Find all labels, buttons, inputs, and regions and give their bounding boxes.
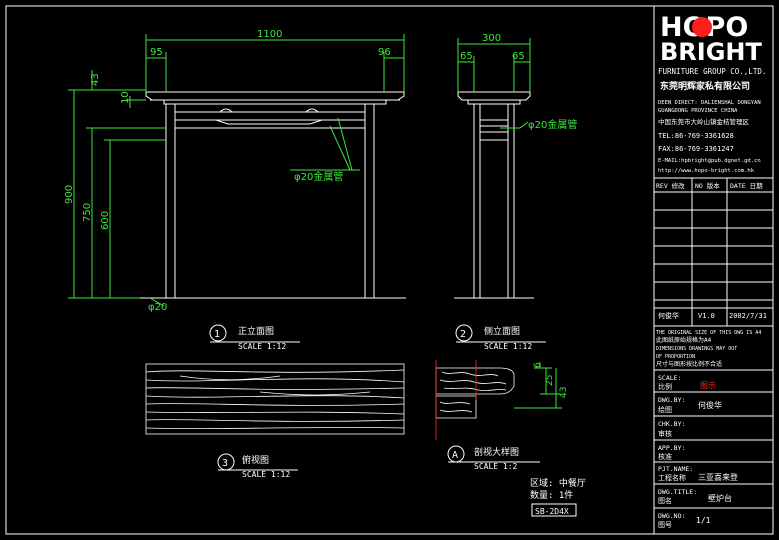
- detail-section: [435, 360, 515, 440]
- svg-text:REV 修改: REV 修改: [656, 181, 685, 190]
- dim-900: 900: [64, 185, 75, 204]
- svg-text:2: 2: [460, 329, 466, 340]
- title-row-drawn-by: DWG.BY: 绘图 何俊华: [658, 396, 722, 414]
- dim-95: 95: [150, 47, 163, 58]
- svg-text:图号: 图号: [658, 521, 672, 529]
- svg-text:SCALE:: SCALE:: [658, 374, 681, 382]
- svg-text:DATE 日期: DATE 日期: [730, 182, 763, 190]
- svg-text:1: 1: [214, 329, 220, 340]
- svg-text:SCALE 1:12: SCALE 1:12: [484, 342, 532, 351]
- svg-text:剖视大样图: 剖视大样图: [474, 446, 519, 458]
- dim-65-left: 65: [460, 51, 473, 62]
- title-row-approved-by: APP.BY: 核准: [658, 444, 685, 461]
- svg-text:DWG.BY:: DWG.BY:: [658, 396, 685, 404]
- dim-6: 6: [533, 362, 543, 368]
- svg-text:E-MAIL:hpbright@pub.dgnet.gd.c: E-MAIL:hpbright@pub.dgnet.gd.cn: [658, 158, 761, 164]
- svg-text:核准: 核准: [658, 452, 672, 461]
- svg-text:1/1: 1/1: [696, 516, 711, 525]
- view-label-1: 1 正立面图 SCALE 1:12: [209, 324, 300, 351]
- svg-text:何俊华: 何俊华: [698, 400, 722, 410]
- svg-text:3: 3: [222, 458, 228, 469]
- code-text: SB-2D4X: [535, 507, 569, 516]
- qty-text: 数量: 1件: [530, 489, 573, 501]
- svg-text:DWG.NO:: DWG.NO:: [658, 512, 685, 520]
- side-elevation: [454, 91, 534, 299]
- svg-text:FAX:86-769-3361247: FAX:86-769-3361247: [658, 145, 734, 153]
- dim-25: 25: [545, 375, 555, 386]
- svg-text:工程名称: 工程名称: [658, 473, 686, 482]
- svg-text:图示: 图示: [700, 381, 716, 390]
- view-label-2: 2 侧立面图 SCALE 1:12: [455, 324, 546, 351]
- svg-text:CHK.BY:: CHK.BY:: [658, 420, 685, 428]
- svg-text:SCALE 1:12: SCALE 1:12: [242, 470, 290, 479]
- dim-96: 96: [378, 47, 391, 58]
- svg-text:GUANGDONG PROVINCE CHINA: GUANGDONG PROVINCE CHINA: [658, 108, 738, 114]
- dim-600: 600: [100, 211, 111, 230]
- drawing-notes: THE ORIGINAL SIZE OF THIS DWG IS A4 此图纸原…: [656, 330, 761, 368]
- dim-43: 43: [90, 73, 101, 86]
- svg-text:侧立面图: 侧立面图: [484, 325, 520, 337]
- title-row-project-name: PJT.NAME: 工程名称 三亚喜来登: [658, 465, 738, 482]
- svg-text:比例: 比例: [658, 382, 672, 391]
- company-info: DEEN DIRECT: DALIENSHAL DONGYAN GUANGDON…: [658, 100, 761, 174]
- svg-text:审核: 审核: [658, 429, 672, 438]
- front-elevation: [140, 91, 406, 299]
- dim-65-right: 65: [512, 51, 525, 62]
- svg-text:此图纸原始规格为A4: 此图纸原始规格为A4: [656, 336, 712, 344]
- dim-750: 750: [82, 203, 93, 222]
- cad-drawing: 1100 95 96 43 10 900 750 600 φ20 φ20金属管 …: [5, 5, 774, 535]
- revision-header: REV 修改 NO 版本 DATE 日期: [656, 181, 763, 190]
- svg-text:NO 版本: NO 版本: [695, 181, 720, 190]
- svg-text:SCALE 1:2: SCALE 1:2: [474, 462, 518, 471]
- pipe-label-front: φ20金属管: [294, 170, 343, 183]
- dim-10: 10: [120, 91, 131, 104]
- svg-text:俯视图: 俯视图: [242, 454, 269, 466]
- dim-43-detail: 43: [559, 387, 569, 398]
- svg-text:三亚喜来登: 三亚喜来登: [698, 472, 738, 482]
- svg-text:THE ORIGINAL SIZE OF THIS DWG: THE ORIGINAL SIZE OF THIS DWG IS A4: [656, 330, 761, 336]
- title-row-drawing-title: DWG.TITLE: 图名 壁炉台: [658, 488, 732, 505]
- dim-300: 300: [482, 33, 501, 44]
- svg-text:绘图: 绘图: [658, 405, 672, 414]
- top-view: [145, 363, 405, 435]
- svg-text:壁炉台: 壁炉台: [708, 493, 732, 503]
- svg-text:APP.BY:: APP.BY:: [658, 444, 685, 452]
- view-label-3: 3 俯视图 SCALE 1:12: [217, 453, 298, 479]
- svg-text:A: A: [452, 450, 458, 461]
- revision-row: 何俊华 V1.0 2002/7/31: [658, 311, 767, 320]
- svg-text:图名: 图名: [658, 496, 672, 505]
- view-label-a: A 剖视大样图 SCALE 1:2: [447, 445, 540, 471]
- svg-text:DWG.TITLE:: DWG.TITLE:: [658, 488, 697, 496]
- svg-text:尺寸与图形按比例不合适: 尺寸与图形按比例不合适: [656, 360, 722, 368]
- svg-text:TEL:86-769-3361628: TEL:86-769-3361628: [658, 132, 734, 140]
- dim-1100: 1100: [257, 29, 282, 40]
- svg-text:PJT.NAME:: PJT.NAME:: [658, 465, 693, 473]
- company-logo: HOPO BRIGHT: [660, 12, 762, 66]
- logo-subtitle: FURNITURE GROUP CO.,LTD.: [658, 67, 766, 76]
- svg-text:SCALE 1:12: SCALE 1:12: [238, 342, 286, 351]
- svg-text:OF PROPORTION: OF PROPORTION: [656, 354, 695, 360]
- title-row-checked-by: CHK.BY: 审核: [658, 420, 685, 438]
- svg-text:http://www.hopo-bright.com.hk: http://www.hopo-bright.com.hk: [658, 168, 755, 174]
- svg-text:DEEN DIRECT: DALIENSHAL DONGYA: DEEN DIRECT: DALIENSHAL DONGYAN: [658, 100, 761, 106]
- title-row-scale: SCALE: 比例 图示: [658, 374, 716, 391]
- logo-red-dot: [692, 17, 712, 37]
- svg-text:正立面图: 正立面图: [238, 325, 274, 337]
- svg-text:DIMENSIONS DRAWINGS MAY OUT: DIMENSIONS DRAWINGS MAY OUT: [656, 346, 737, 352]
- front-dimensions: [68, 34, 405, 307]
- svg-text:何俊华: 何俊华: [658, 311, 679, 320]
- svg-text:V1.0: V1.0: [698, 312, 715, 320]
- svg-text:中国东莞市大岭山镇金桔管理区: 中国东莞市大岭山镇金桔管理区: [658, 117, 750, 126]
- area-text: 区域: 中餐厅: [530, 477, 586, 489]
- svg-text:BRIGHT: BRIGHT: [660, 38, 762, 66]
- dim-leg: φ20: [148, 302, 167, 313]
- pipe-label-side: φ20金属管: [528, 118, 577, 131]
- company-cn-name: 东莞明辉家私有限公司: [660, 80, 750, 92]
- svg-text:2002/7/31: 2002/7/31: [729, 312, 767, 320]
- title-row-drawing-no: DWG.NO: 图号 1/1: [658, 512, 711, 529]
